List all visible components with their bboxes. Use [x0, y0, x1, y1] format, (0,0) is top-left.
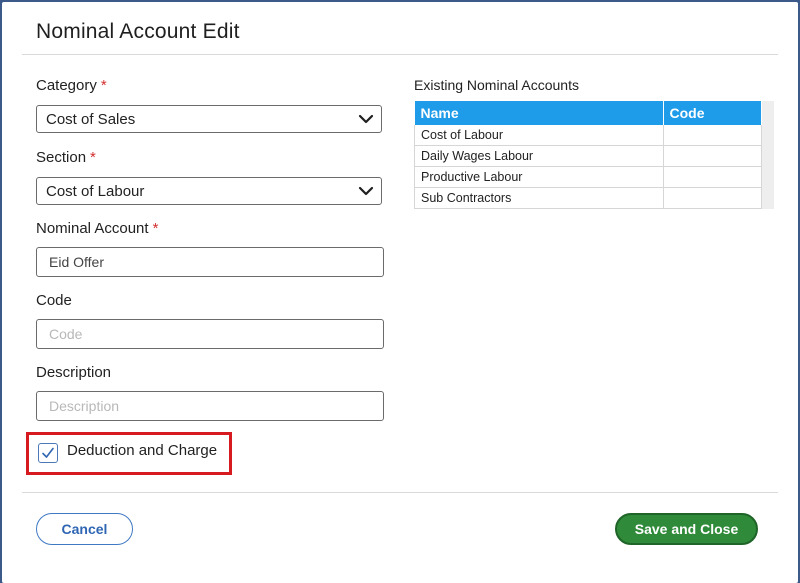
- chevron-down-icon: [358, 114, 374, 124]
- cell-name: Cost of Labour: [414, 125, 664, 146]
- table-row[interactable]: Productive Labour: [414, 166, 762, 188]
- table-scrollbar[interactable]: [762, 101, 774, 209]
- nominal-account-label: Nominal Account *: [36, 220, 158, 237]
- category-select[interactable]: Cost of Sales: [36, 105, 382, 133]
- table-header-row: Name Code: [414, 101, 762, 125]
- nominal-account-input[interactable]: [36, 247, 384, 277]
- section-label: Section *: [36, 149, 96, 166]
- existing-accounts-title: Existing Nominal Accounts: [414, 77, 579, 93]
- cell-code: [663, 166, 762, 188]
- cell-name: Sub Contractors: [414, 187, 664, 209]
- required-marker: *: [152, 220, 159, 237]
- required-marker: *: [90, 149, 96, 166]
- cancel-button[interactable]: Cancel: [36, 513, 133, 545]
- cell-code: [663, 187, 762, 209]
- header-divider: [22, 54, 778, 55]
- deduction-checkbox[interactable]: [38, 443, 58, 463]
- required-marker: *: [100, 77, 107, 94]
- existing-accounts-table: Name Code Cost of Labour Daily Wages Lab…: [414, 101, 762, 209]
- cell-name: Productive Labour: [414, 166, 664, 188]
- category-select-value: Cost of Sales: [46, 110, 136, 128]
- table-row[interactable]: Daily Wages Labour: [414, 145, 762, 167]
- column-header-name[interactable]: Name: [414, 101, 664, 125]
- deduction-checkbox-label: Deduction and Charge: [67, 442, 218, 459]
- section-select-value: Cost of Labour: [46, 182, 145, 200]
- dialog-title: Nominal Account Edit: [36, 20, 240, 43]
- save-and-close-button[interactable]: Save and Close: [615, 513, 758, 545]
- cell-name: Daily Wages Labour: [414, 145, 664, 167]
- code-label: Code: [36, 292, 72, 309]
- section-select[interactable]: Cost of Labour: [36, 177, 382, 205]
- chevron-down-icon: [358, 186, 374, 196]
- column-header-code[interactable]: Code: [663, 101, 762, 125]
- code-input[interactable]: [36, 319, 384, 349]
- nominal-account-label-text: Nominal Account: [36, 220, 149, 237]
- table-row[interactable]: Sub Contractors: [414, 187, 762, 209]
- footer-divider: [22, 492, 778, 493]
- table-row[interactable]: Cost of Labour: [414, 125, 762, 146]
- section-label-text: Section: [36, 149, 87, 166]
- category-label-text: Category: [36, 77, 97, 94]
- checkmark-icon: [42, 447, 54, 458]
- cell-code: [663, 125, 762, 146]
- description-label: Description: [36, 364, 112, 381]
- cell-code: [663, 145, 762, 167]
- category-label: Category *: [36, 77, 107, 94]
- nominal-account-edit-dialog: Nominal Account Edit Category * Cost of S…: [2, 2, 798, 583]
- description-input[interactable]: [36, 391, 384, 421]
